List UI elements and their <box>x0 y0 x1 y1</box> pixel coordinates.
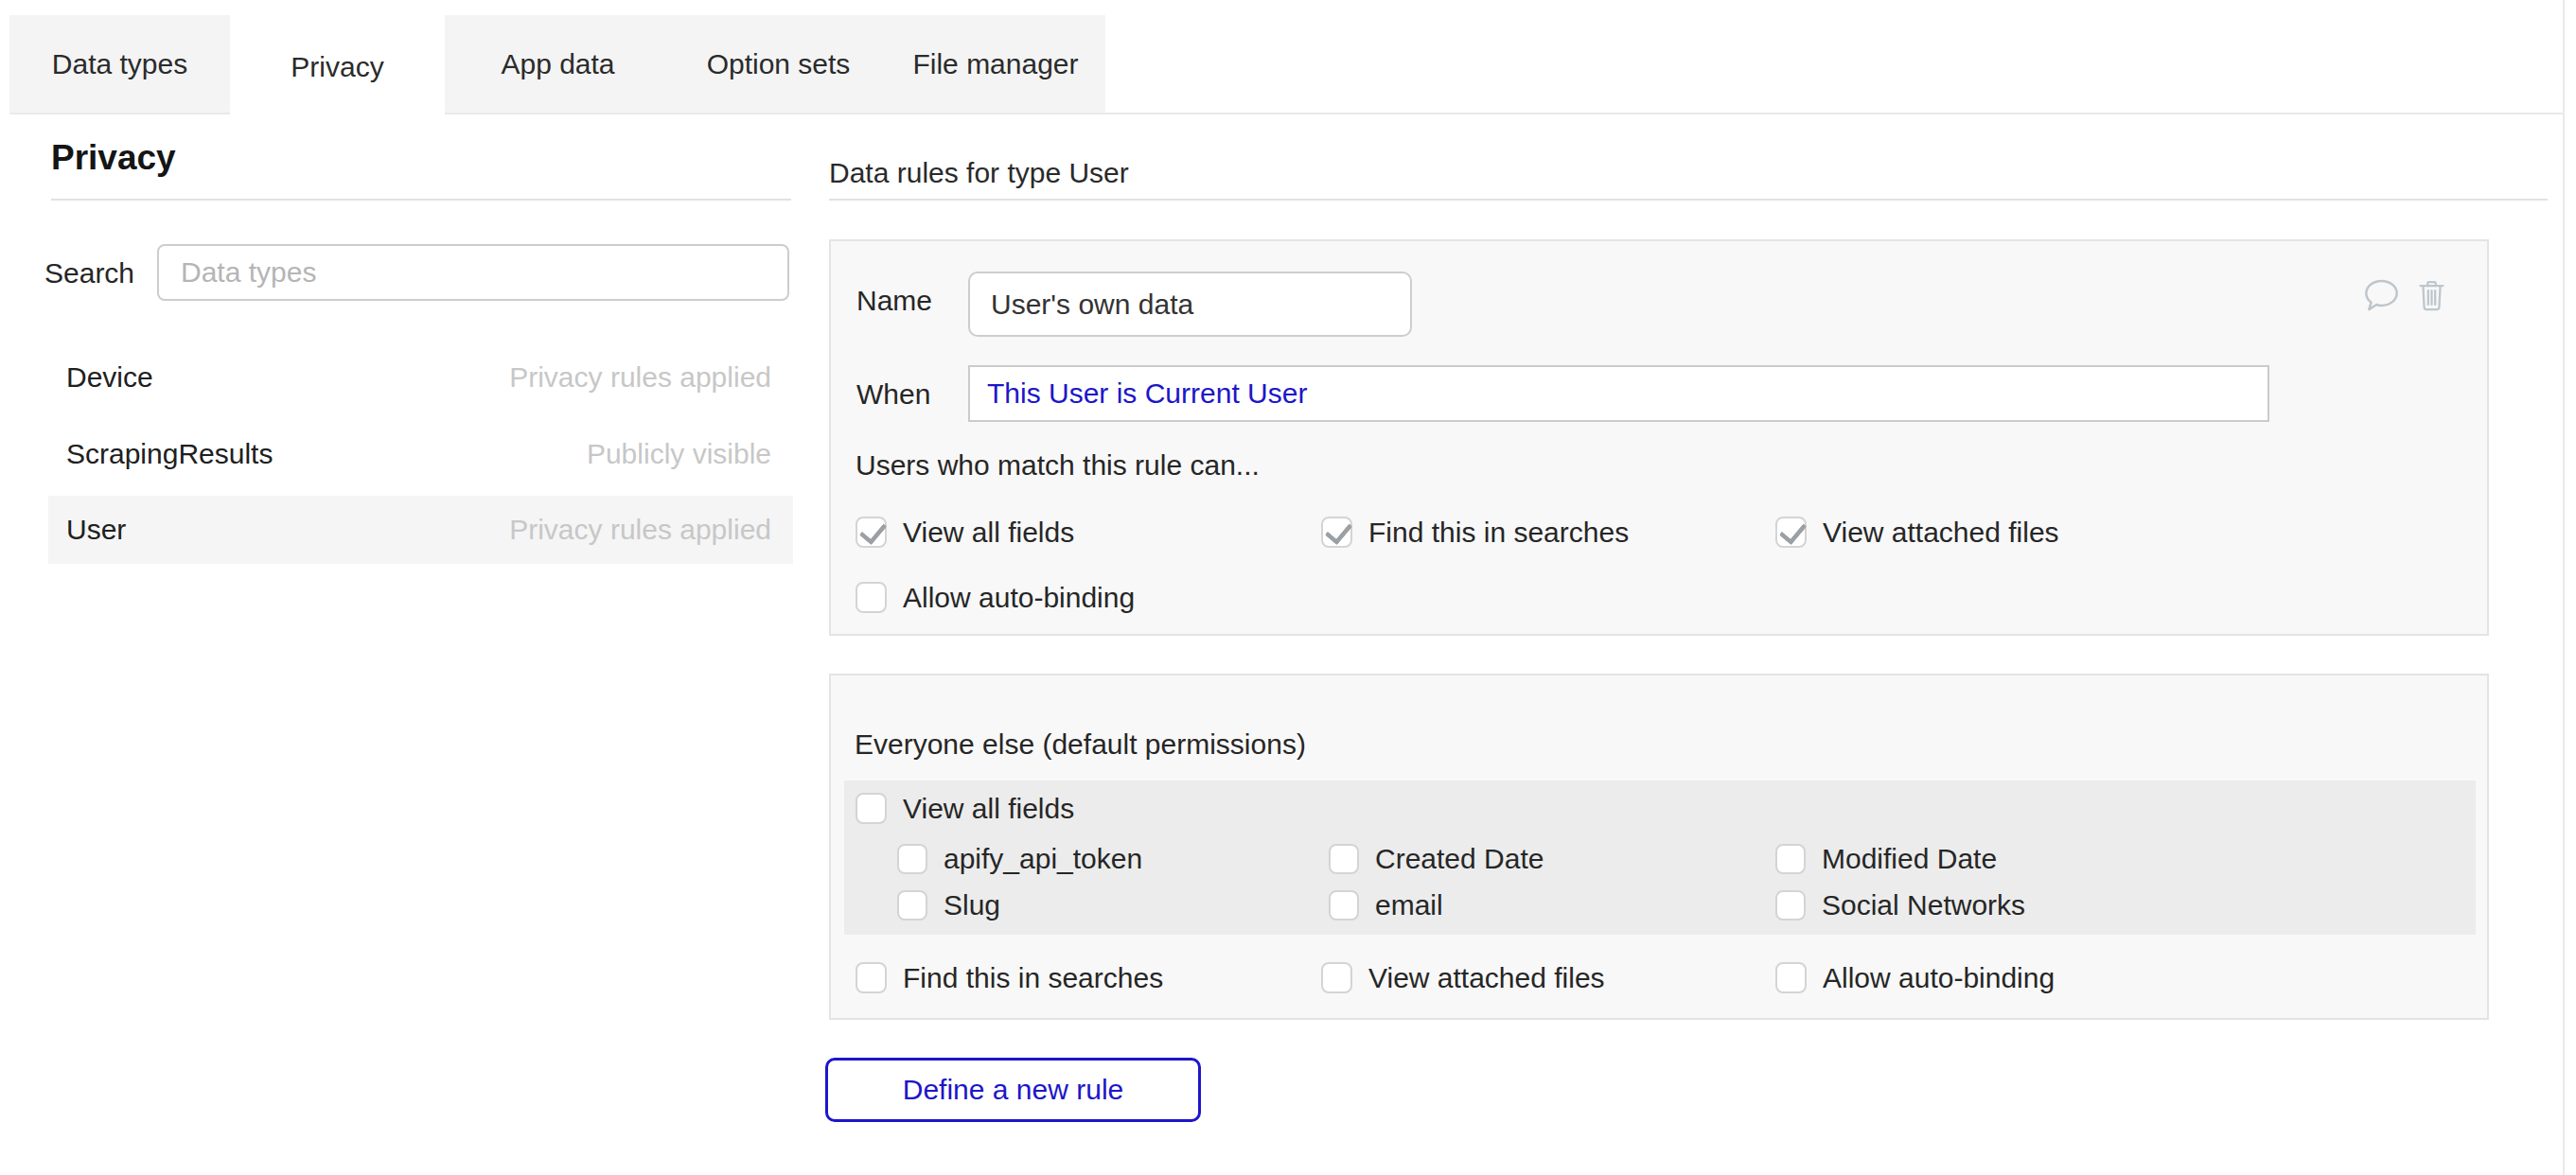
field-slug[interactable]: Slug <box>897 889 1000 921</box>
list-item-scrapingresults[interactable]: ScrapingResults Publicly visible <box>48 420 793 488</box>
perm-find-in-searches-default[interactable]: Find this in searches <box>856 962 1163 993</box>
tab-option-sets[interactable]: Option sets <box>671 15 886 113</box>
when-label: When <box>856 377 930 412</box>
checkbox-unchecked[interactable] <box>856 962 887 993</box>
when-condition-text[interactable]: This User is Current User <box>987 377 1307 410</box>
comment-icon[interactable] <box>2364 279 2399 311</box>
rule-subtitle: Users who match this rule can... <box>856 448 1260 482</box>
rule-card: Name When This User is Current User User… <box>829 239 2489 636</box>
data-type-status: Publicly visible <box>587 438 771 470</box>
checkbox-unchecked[interactable] <box>856 582 887 613</box>
left-panel-title: Privacy <box>51 138 176 178</box>
list-item-user[interactable]: User Privacy rules applied <box>48 496 793 564</box>
checkbox-unchecked[interactable] <box>1775 890 1806 921</box>
checkbox-checked[interactable] <box>1321 517 1352 548</box>
field-email[interactable]: email <box>1329 889 1443 921</box>
search-input[interactable] <box>157 244 789 301</box>
data-type-name: User <box>66 514 126 546</box>
perm-view-all-fields-default[interactable]: View all fields <box>856 793 1074 824</box>
checkbox-unchecked[interactable] <box>1329 890 1359 921</box>
field-apify-api-token[interactable]: apify_api_token <box>897 843 1142 874</box>
rule-name-input[interactable] <box>968 272 1412 337</box>
perm-allow-auto-binding[interactable]: Allow auto-binding <box>856 582 1135 613</box>
tab-privacy[interactable]: Privacy <box>230 15 445 118</box>
data-type-list: Device Privacy rules applied ScrapingRes… <box>48 343 793 564</box>
trash-icon[interactable] <box>2418 279 2445 311</box>
perm-allow-auto-binding-default[interactable]: Allow auto-binding <box>1775 962 2055 993</box>
data-type-status: Privacy rules applied <box>509 361 771 394</box>
tab-app-data[interactable]: App data <box>445 15 671 113</box>
checkbox-unchecked[interactable] <box>1775 844 1806 874</box>
tabbar: Data types Privacy App data Option sets … <box>9 15 1105 113</box>
data-type-name: Device <box>66 361 153 394</box>
default-permissions-card: Everyone else (default permissions) View… <box>829 674 2489 1020</box>
when-condition-box[interactable]: This User is Current User <box>968 365 2269 422</box>
field-created-date[interactable]: Created Date <box>1329 843 1544 874</box>
perm-view-attached-files[interactable]: View attached files <box>1775 517 2059 548</box>
checkbox-unchecked[interactable] <box>1329 844 1359 874</box>
data-type-status: Privacy rules applied <box>509 514 771 546</box>
checkbox-unchecked[interactable] <box>897 890 927 921</box>
checkbox-unchecked[interactable] <box>897 844 927 874</box>
checkbox-unchecked[interactable] <box>1775 962 1807 993</box>
right-page-border <box>2563 0 2565 1175</box>
tab-file-manager[interactable]: File manager <box>886 15 1105 113</box>
checkbox-checked[interactable] <box>856 517 887 548</box>
perm-find-in-searches[interactable]: Find this in searches <box>1321 517 1629 548</box>
field-modified-date[interactable]: Modified Date <box>1775 843 1997 874</box>
field-social-networks[interactable]: Social Networks <box>1775 889 2025 921</box>
left-panel-divider <box>51 199 791 201</box>
data-type-name: ScrapingResults <box>66 438 273 470</box>
search-label: Search <box>44 257 134 289</box>
checkbox-checked[interactable] <box>1775 517 1807 548</box>
main-divider <box>829 199 2548 201</box>
default-permissions-title: Everyone else (default permissions) <box>855 728 1306 762</box>
perm-view-attached-files-default[interactable]: View attached files <box>1321 962 1605 993</box>
define-new-rule-button[interactable]: Define a new rule <box>825 1058 1201 1122</box>
perm-view-all-fields[interactable]: View all fields <box>856 517 1074 548</box>
list-item-device[interactable]: Device Privacy rules applied <box>48 343 793 412</box>
tab-data-types[interactable]: Data types <box>9 15 230 113</box>
main-title: Data rules for type User <box>829 156 1129 190</box>
name-label: Name <box>856 284 932 318</box>
checkbox-unchecked[interactable] <box>1321 962 1352 993</box>
checkbox-unchecked[interactable] <box>856 793 887 824</box>
